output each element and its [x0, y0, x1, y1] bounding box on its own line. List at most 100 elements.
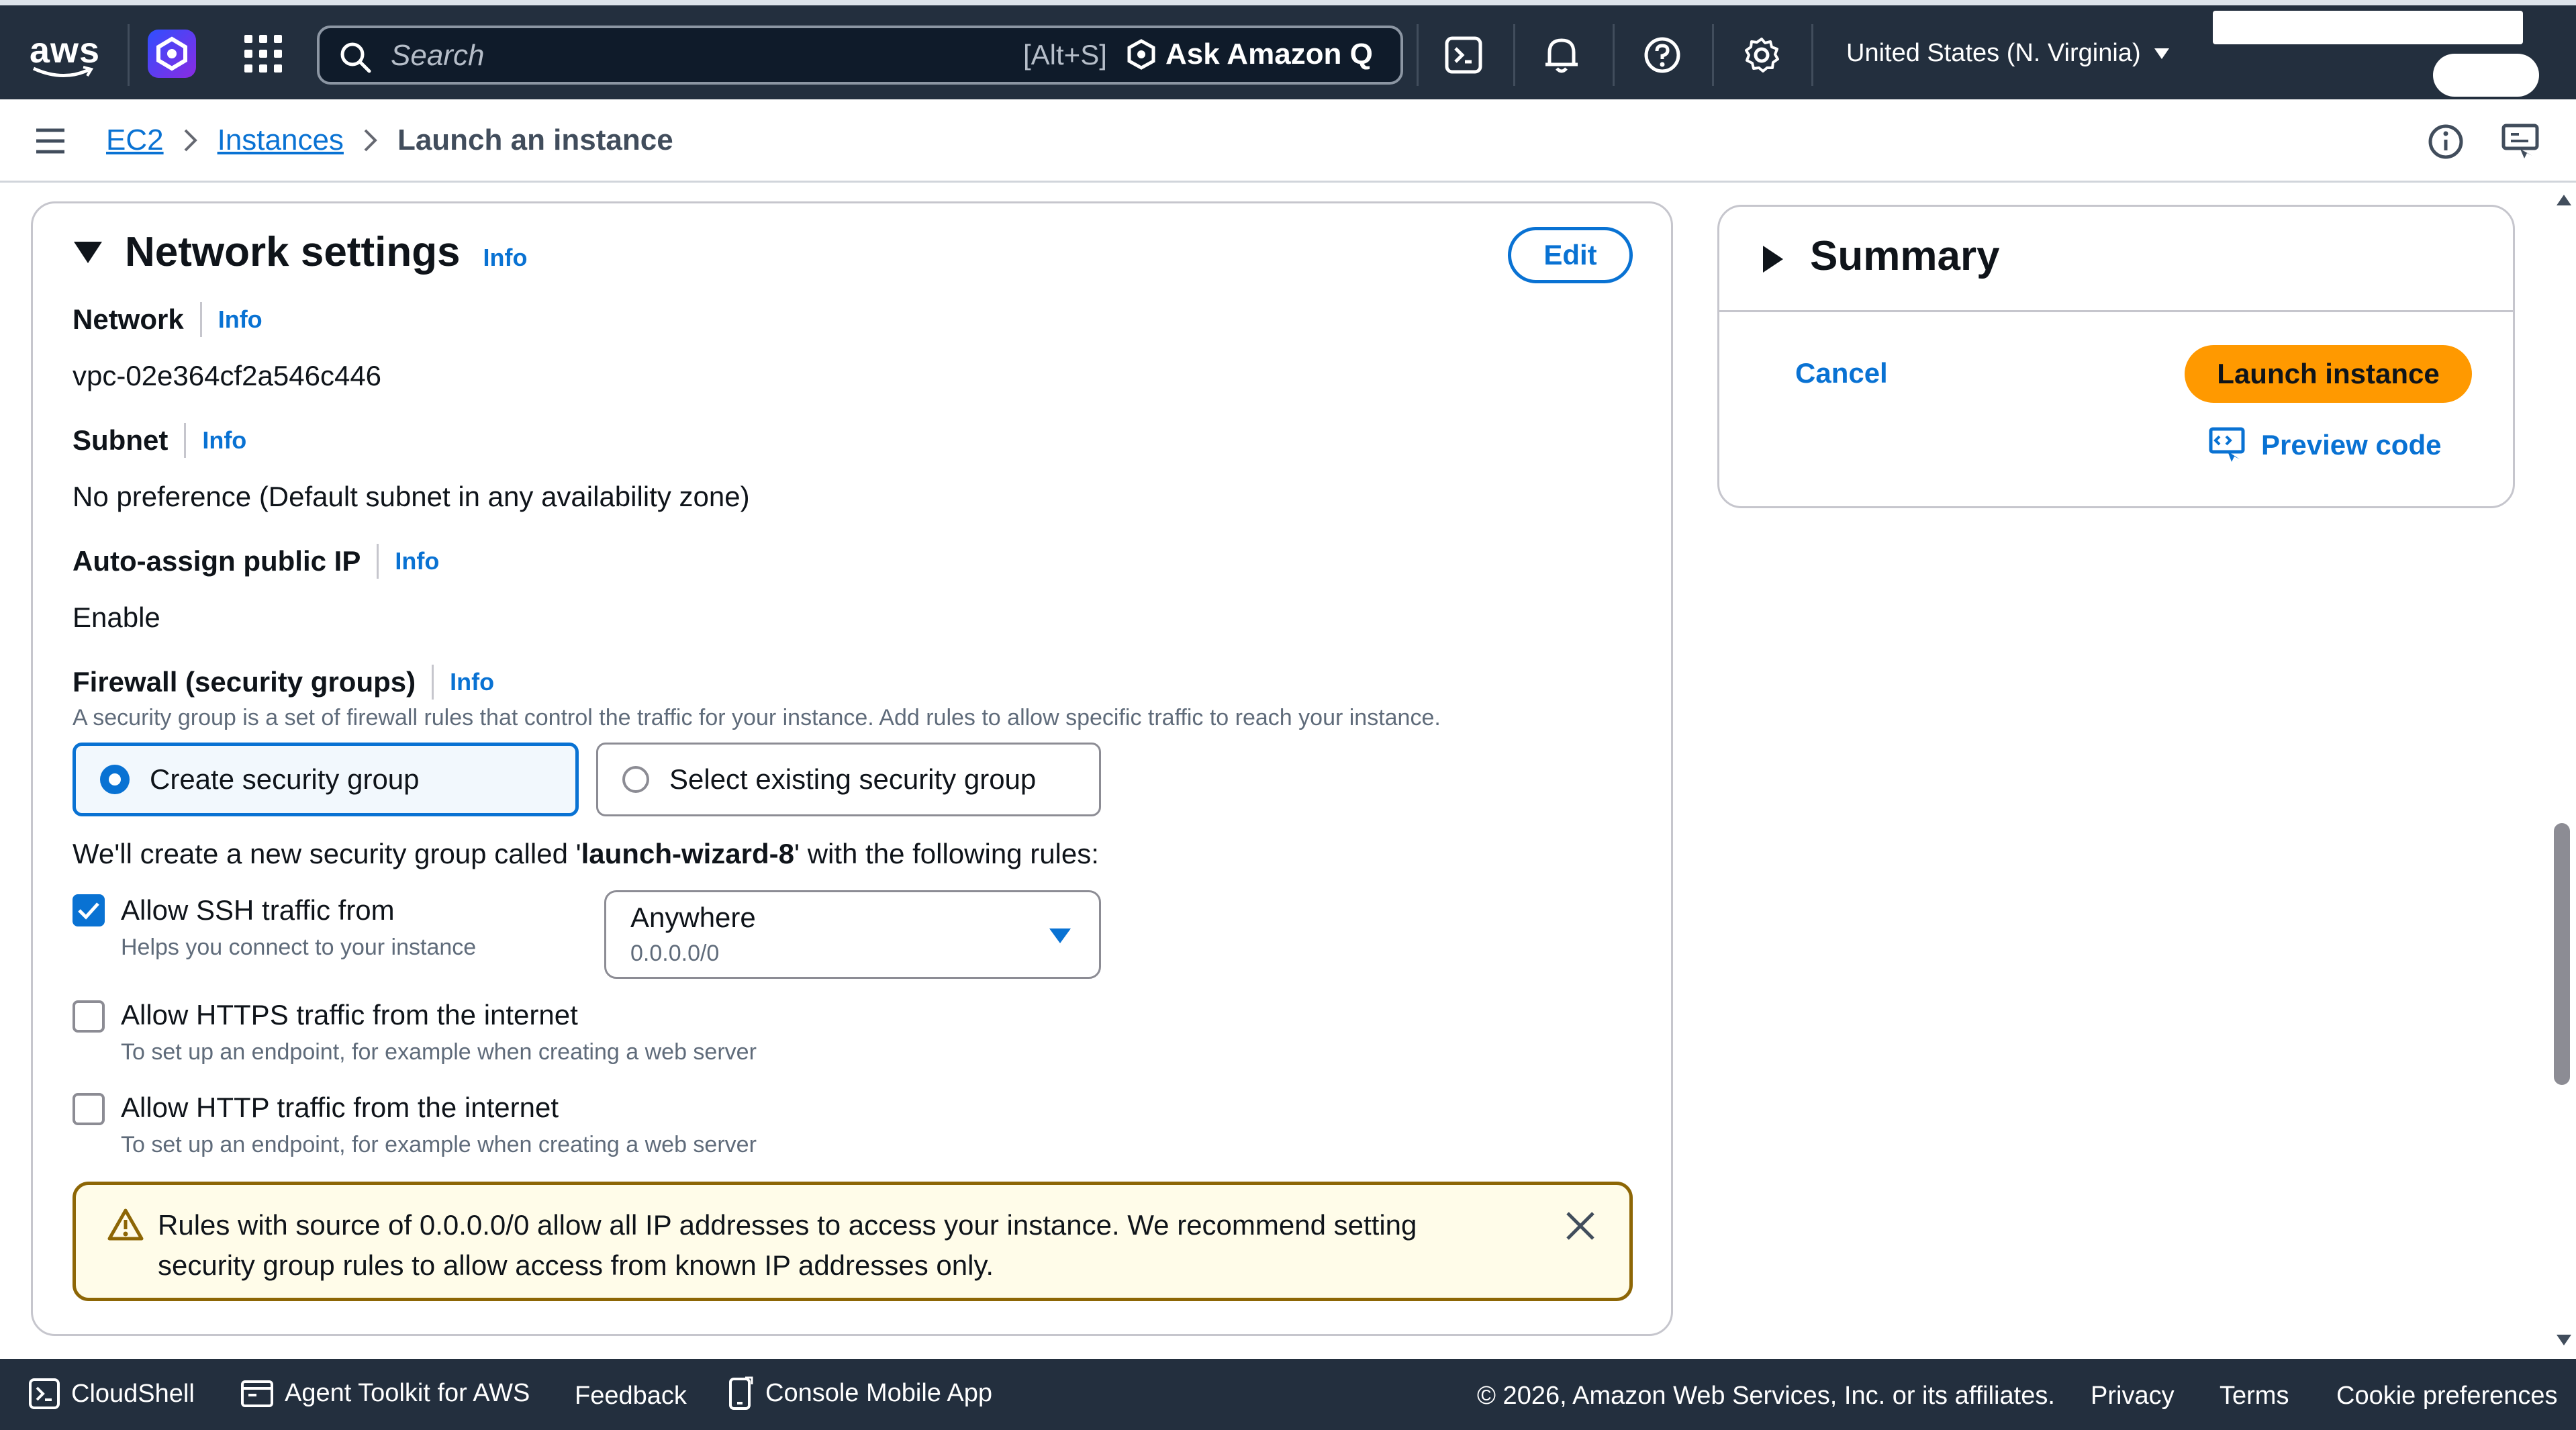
expand-caret-right-icon[interactable] — [1762, 244, 1784, 277]
network-info-link[interactable]: Info — [218, 305, 263, 334]
network-settings-title: Network settings — [125, 229, 461, 275]
https-rule-label[interactable]: Allow HTTPS traffic from the internet — [121, 999, 578, 1031]
aws-logo[interactable]: aws — [30, 30, 100, 71]
chevron-right-icon — [364, 129, 377, 152]
select-existing-security-group-tile[interactable]: Select existing security group — [596, 743, 1101, 816]
cloudshell-icon — [29, 1378, 60, 1409]
public-ip-value: Enable — [73, 602, 160, 633]
footer-copyright: © 2026, Amazon Web Services, Inc. or its… — [1477, 1382, 2055, 1410]
radio-selected[interactable] — [100, 765, 130, 794]
notifications-bell-icon[interactable] — [1543, 35, 1580, 79]
search-shortcut: [Alt+S] — [1023, 39, 1107, 70]
public-ip-info-link[interactable]: Info — [395, 547, 439, 575]
label-divider — [377, 544, 379, 579]
public-ip-label: Auto-assign public IP — [73, 545, 361, 577]
summary-divider — [1717, 310, 2515, 312]
footer-cookie-preferences-link[interactable]: Cookie preferences — [2336, 1382, 2558, 1411]
create-security-group-tile[interactable]: Create security group — [73, 743, 579, 816]
https-checkbox[interactable] — [73, 1000, 105, 1033]
new-sg-name: launch-wizard-8 — [581, 838, 795, 869]
footer-privacy-link[interactable]: Privacy — [2091, 1382, 2175, 1411]
footer-feedback-link[interactable]: Feedback — [575, 1382, 687, 1411]
footer-cloudshell-link[interactable]: CloudShell — [28, 1378, 195, 1410]
nav-divider — [128, 24, 130, 86]
subnet-label: Subnet — [73, 424, 169, 456]
label-divider — [432, 665, 434, 700]
scrollbar-thumb[interactable] — [2554, 823, 2570, 1085]
preview-code-icon — [2209, 427, 2245, 462]
select-existing-security-group-label: Select existing security group — [669, 763, 1037, 795]
breadcrumb: EC2 Instances Launch an instance — [106, 124, 673, 157]
search-input[interactable]: Search [Alt+S] Ask Amazon Q — [317, 26, 1403, 85]
breadcrumb-current: Launch an instance — [397, 124, 673, 156]
nav-divider — [1613, 24, 1615, 86]
cancel-button[interactable]: Cancel — [1795, 357, 1888, 389]
menu-hamburger-icon[interactable] — [35, 128, 66, 158]
ssh-source-select[interactable]: Anywhere 0.0.0.0/0 — [604, 890, 1101, 979]
scroll-down-arrow-icon[interactable] — [2555, 1333, 2573, 1347]
warning-line-2: security group rules to allow access fro… — [158, 1249, 994, 1281]
page-scrollbar[interactable] — [2554, 189, 2574, 1357]
amazon-q-app-icon[interactable] — [148, 30, 196, 78]
subnet-value: No preference (Default subnet in any ava… — [73, 481, 750, 512]
region-selector[interactable]: United States (N. Virginia) — [1846, 39, 2170, 68]
preview-code-label: Preview code — [2261, 429, 2442, 461]
account-avatar[interactable] — [2433, 54, 2539, 97]
account-menu[interactable] — [2213, 11, 2523, 44]
amazon-q-icon — [1127, 39, 1155, 70]
network-settings-header: Network settings Info — [125, 228, 528, 276]
breadcrumb-ec2[interactable]: EC2 — [106, 124, 164, 157]
nav-divider — [1712, 24, 1714, 86]
http-rule-description: To set up an endpoint, for example when … — [121, 1132, 757, 1157]
https-rule-description: To set up an endpoint, for example when … — [121, 1039, 757, 1065]
create-security-group-label: Create security group — [150, 763, 420, 795]
search-icon — [340, 42, 371, 73]
footer-terms-link[interactable]: Terms — [2220, 1382, 2289, 1411]
collapse-caret-down-icon[interactable] — [73, 240, 103, 268]
apps-grid-icon[interactable] — [243, 34, 283, 77]
help-icon[interactable] — [1643, 36, 1681, 77]
public-ip-field-label: Auto-assign public IP Info — [73, 544, 439, 579]
chevron-right-icon — [184, 129, 197, 152]
warning-message: Rules with source of 0.0.0.0/0 allow all… — [158, 1205, 1417, 1286]
ssh-rule-label[interactable]: Allow SSH traffic from — [121, 894, 395, 926]
caret-down-icon — [1049, 928, 1071, 943]
nav-divider — [1513, 24, 1515, 86]
new-security-group-text: We'll create a new security group called… — [73, 838, 1099, 870]
tutorial-panel-icon[interactable] — [2501, 124, 2539, 163]
nav-divider — [1417, 24, 1419, 86]
info-panel-icon[interactable] — [2428, 124, 2464, 163]
footer-agent-toolkit-label: Agent Toolkit for AWS — [285, 1378, 530, 1407]
subnet-info-link[interactable]: Info — [202, 426, 246, 455]
cloudshell-nav-icon[interactable] — [1445, 36, 1482, 77]
toolkit-icon — [241, 1380, 273, 1407]
radio-unselected[interactable] — [622, 766, 649, 793]
http-rule-label[interactable]: Allow HTTP traffic from the internet — [121, 1092, 559, 1124]
breadcrumb-bar: EC2 Instances Launch an instance — [0, 99, 2576, 183]
firewall-info-link[interactable]: Info — [450, 668, 494, 696]
console-footer: CloudShell Agent Toolkit for AWS Feedbac… — [0, 1359, 2576, 1430]
preview-code-button[interactable]: Preview code — [2209, 427, 2441, 463]
close-icon[interactable] — [1565, 1210, 1596, 1241]
caret-down-icon — [2154, 48, 2169, 59]
network-value: vpc-02e364cf2a546c446 — [73, 360, 382, 391]
http-checkbox[interactable] — [73, 1093, 105, 1125]
edit-button[interactable]: Edit — [1508, 227, 1633, 283]
footer-cloudshell-label: CloudShell — [71, 1379, 195, 1408]
footer-mobile-app-label: Console Mobile App — [765, 1378, 992, 1407]
footer-agent-toolkit-link[interactable]: Agent Toolkit for AWS — [240, 1378, 530, 1409]
network-label: Network — [73, 303, 184, 335]
network-settings-info-link[interactable]: Info — [483, 244, 528, 272]
settings-gear-icon[interactable] — [1743, 36, 1780, 77]
scroll-up-arrow-icon[interactable] — [2555, 193, 2573, 207]
top-navigation: aws Search [Alt+S] Ask Amazon Q United S… — [0, 0, 2576, 99]
footer-mobile-app-link[interactable]: Console Mobile App — [728, 1375, 992, 1411]
nav-divider — [1811, 24, 1813, 86]
ask-amazon-q-button[interactable]: Ask Amazon Q — [1125, 38, 1373, 71]
ssh-checkbox[interactable] — [73, 894, 105, 926]
ssh-rule-description: Helps you connect to your instance — [121, 935, 477, 960]
breadcrumb-instances[interactable]: Instances — [218, 124, 344, 157]
firewall-description: A security group is a set of firewall ru… — [73, 705, 1441, 730]
launch-instance-button[interactable]: Launch instance — [2185, 345, 2472, 403]
aws-smile-icon — [32, 66, 94, 77]
